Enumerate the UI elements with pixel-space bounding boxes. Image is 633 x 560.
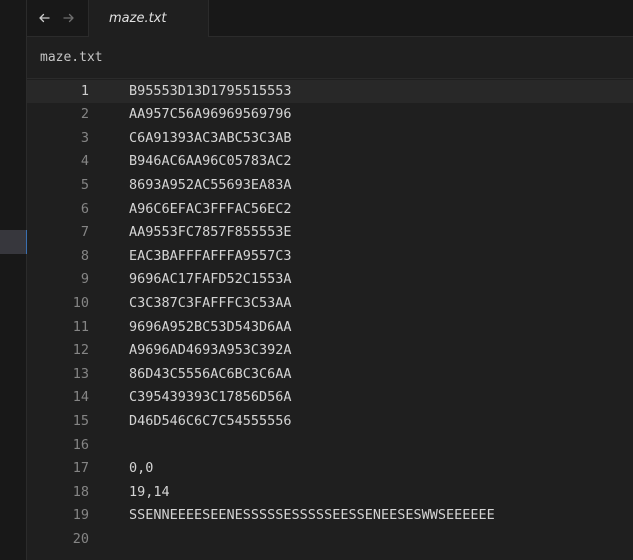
line-text[interactable]: B95553D13D1795515553 [129,80,292,104]
editor-line[interactable]: 6 A96C6EFAC3FFFAC56EC2 [27,198,633,222]
editor-line[interactable]: 9 9696AC17FAFD52C1553A [27,268,633,292]
line-number: 19 [72,507,89,524]
editor-line[interactable]: 3 C6A91393AC3ABC53C3AB [27,127,633,151]
editor-line[interactable]: 15 D46D546C6C7C54555556 [27,410,633,434]
line-text[interactable]: C6A91393AC3ABC53C3AB [129,127,292,151]
editor-line[interactable]: 10 C3C387C3FAFFFC3C53AA [27,292,633,316]
line-number: 6 [80,200,89,217]
editor-line[interactable]: 14 C395439393C17856D56A [27,386,633,410]
line-text[interactable]: 8693A952AC55693EA83A [129,174,292,198]
line-number: 20 [72,530,89,547]
editor-line[interactable]: 12 A9696AD4693A953C392A [27,339,633,363]
explorer-sidebar-edge[interactable] [0,0,27,560]
line-number: 5 [80,176,89,193]
tab-label: maze.txt [109,11,167,26]
editor-line[interactable]: 5 8693A952AC55693EA83A [27,174,633,198]
editor-window: maze.txt maze.txt 1 B95553D13D1795515553 2… [0,0,633,560]
line-text[interactable]: 9696A952BC53D543D6AA [129,316,292,340]
line-number: 4 [80,153,89,170]
line-text[interactable]: 0,0 [129,457,153,481]
editor-line[interactable]: 4 B946AC6AA96C05783AC2 [27,150,633,174]
editor-line[interactable]: 17 0,0 [27,457,633,481]
line-text[interactable]: B946AC6AA96C05783AC2 [129,150,292,174]
editor-line[interactable]: 13 86D43C5556AC6BC3C6AA [27,363,633,387]
line-number: 13 [72,365,89,382]
tab-bar: maze.txt [27,0,633,37]
line-text[interactable]: SSENNEEEESEENESSSSSESSSSSEESSENEESESWWSE… [129,504,495,528]
line-number: 12 [72,342,89,359]
line-text[interactable]: C395439393C17856D56A [129,386,292,410]
line-text[interactable]: A96C6EFAC3FFFAC56EC2 [129,198,292,222]
line-number: 1 [80,82,89,99]
line-number: 3 [80,129,89,146]
line-number: 7 [80,224,89,241]
editor-line[interactable]: 7 AA9553FC7857F855553E [27,221,633,245]
editor-line[interactable]: 2 AA957C56A96969569796 [27,103,633,127]
tab-maze-txt[interactable]: maze.txt [88,0,209,37]
arrow-right-icon[interactable] [61,10,77,26]
line-number: 16 [72,436,89,453]
line-number: 17 [72,460,89,477]
line-text[interactable]: AA9553FC7857F855553E [129,221,292,245]
line-text[interactable]: AA957C56A96969569796 [129,103,292,127]
line-text[interactable]: 86D43C5556AC6BC3C6AA [129,363,292,387]
line-number: 11 [72,318,89,335]
line-number: 15 [72,412,89,429]
breadcrumb[interactable]: maze.txt [40,50,103,65]
line-number: 10 [72,294,89,311]
editor-line[interactable]: 18 19,14 [27,481,633,505]
editor-line[interactable]: 19 SSENNEEEESEENESSSSSESSSSSEESSENEESESWW… [27,504,633,528]
line-text[interactable]: 9696AC17FAFD52C1553A [129,268,292,292]
text-editor[interactable]: 1 B95553D13D1795515553 2 AA957C56A969695697… [27,79,633,560]
editor-line[interactable]: 20 [27,528,633,552]
editor-line[interactable]: 8 EAC3BAFFFAFFFA9557C3 [27,245,633,269]
line-text[interactable]: 19,14 [129,481,170,505]
explorer-selected-item[interactable] [0,230,27,254]
line-number: 2 [80,106,89,123]
editor-line[interactable]: 16 [27,434,633,458]
line-number: 14 [72,389,89,406]
arrow-left-icon[interactable] [36,10,52,26]
line-number: 18 [72,483,89,500]
line-text[interactable]: D46D546C6C7C54555556 [129,410,292,434]
editor-line[interactable]: 11 9696A952BC53D543D6AA [27,316,633,340]
editor-line[interactable]: 1 B95553D13D1795515553 [27,79,633,104]
line-text[interactable]: C3C387C3FAFFFC3C53AA [129,292,292,316]
line-text[interactable]: A9696AD4693A953C392A [129,339,292,363]
line-number: 8 [80,247,89,264]
line-text[interactable]: EAC3BAFFFAFFFA9557C3 [129,245,292,269]
line-number: 9 [80,271,89,288]
